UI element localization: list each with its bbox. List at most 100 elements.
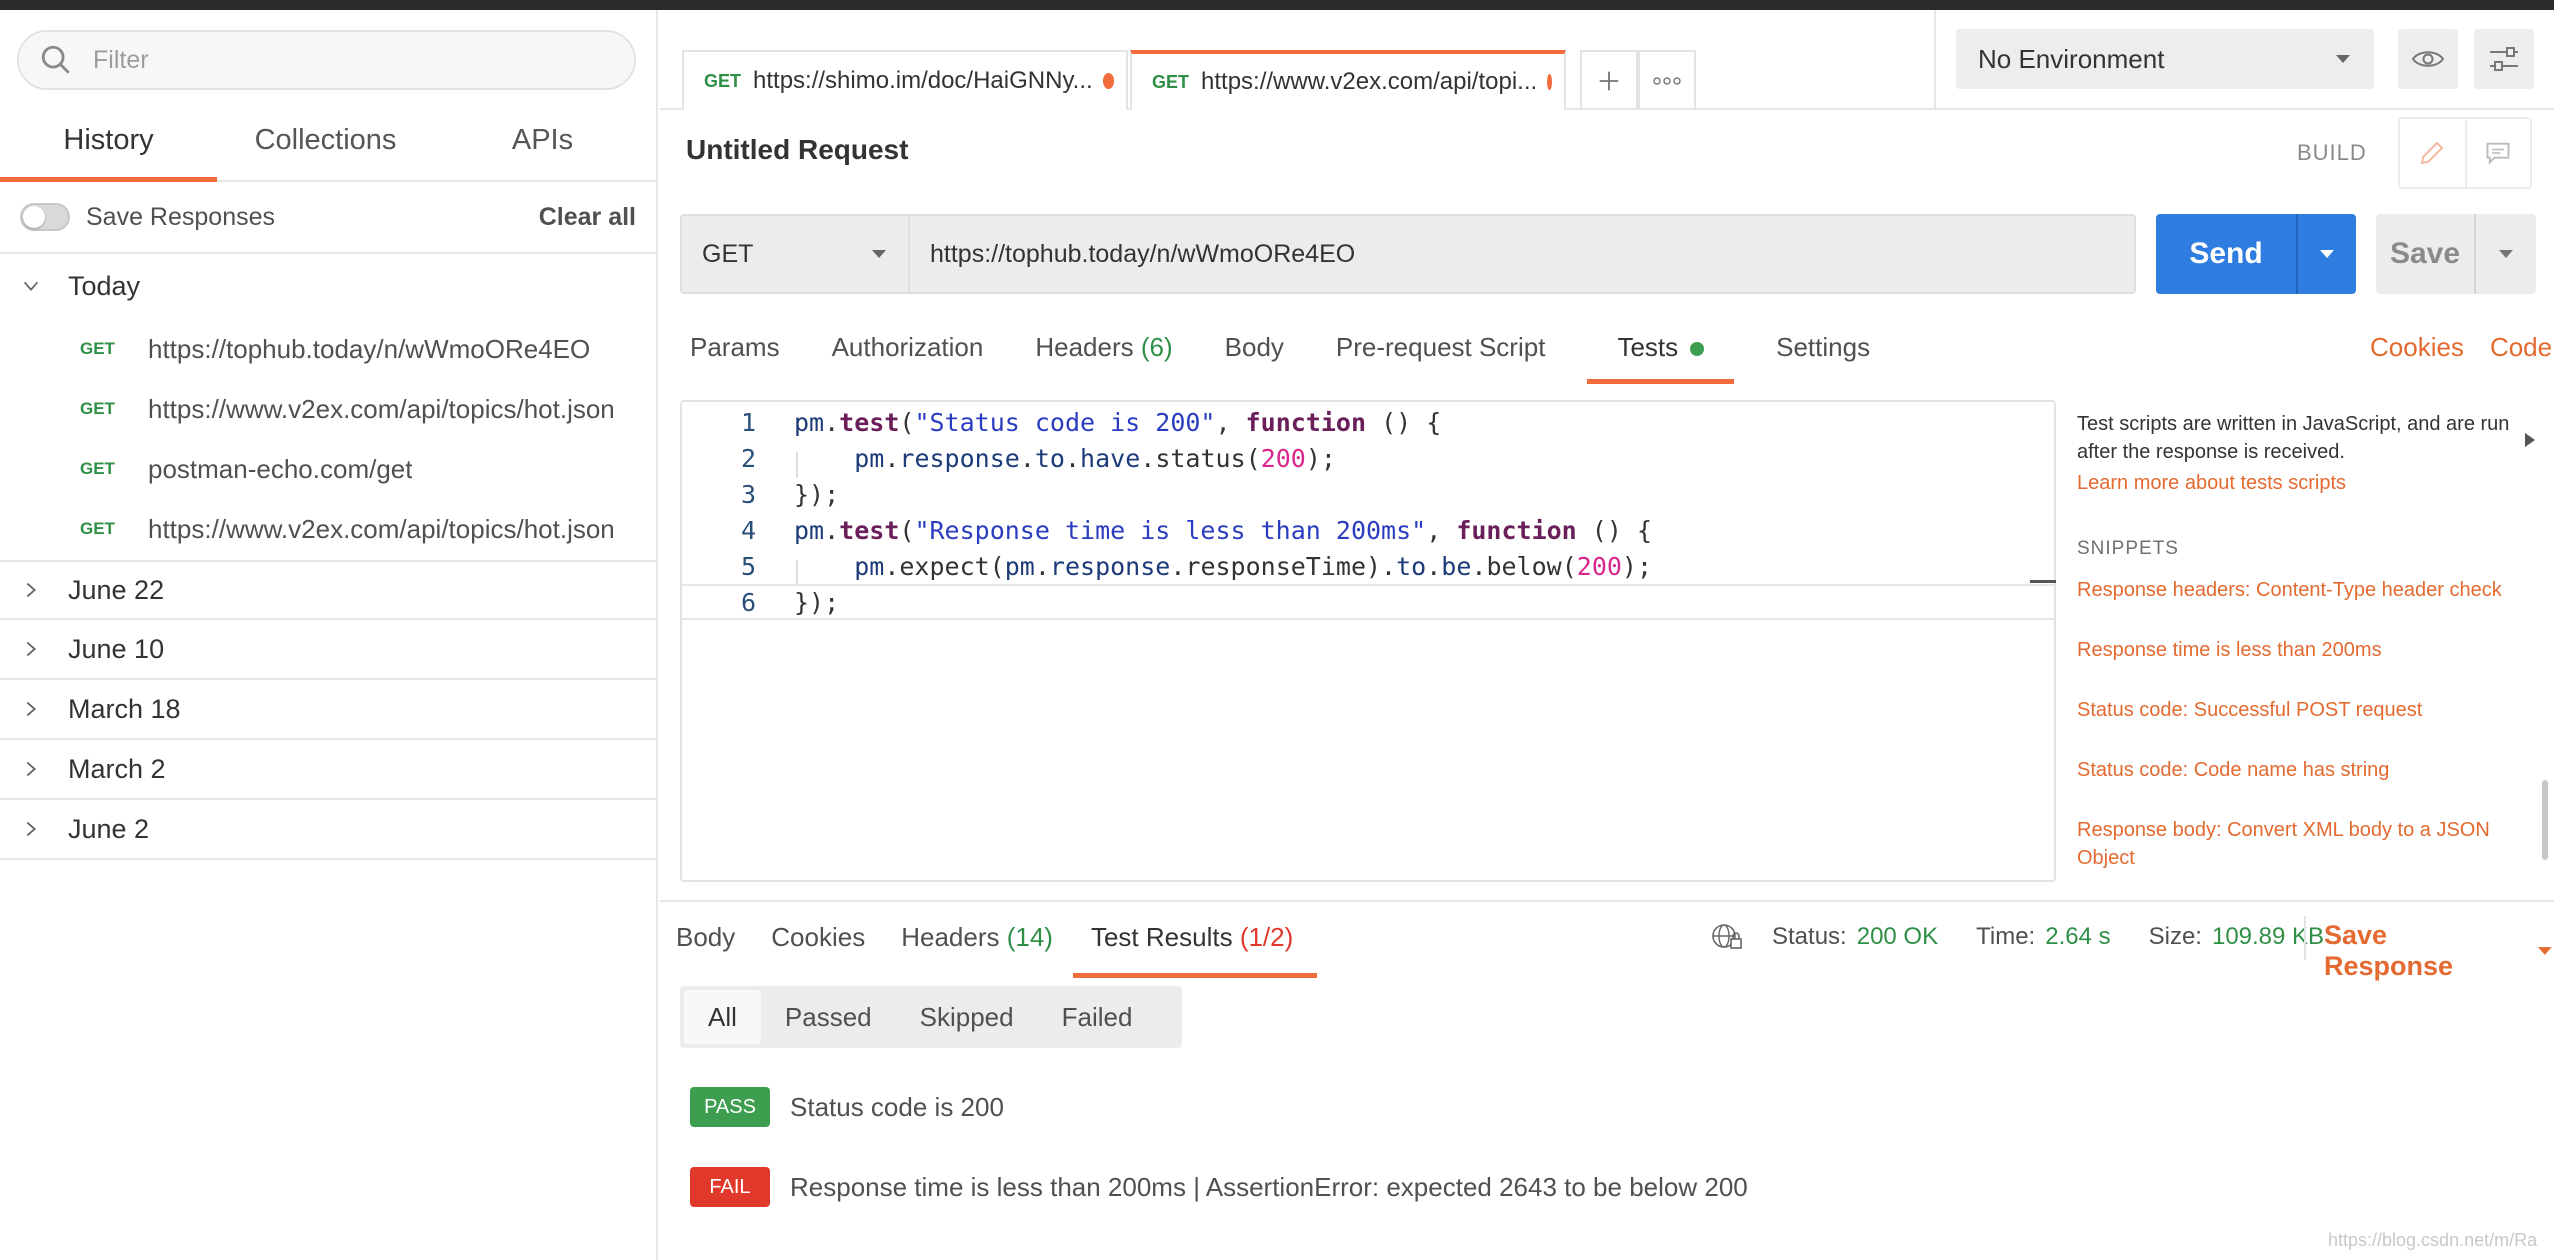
snippet-item[interactable]: Response body: Convert XML body to a JSO…: [2077, 816, 2537, 872]
filter-box[interactable]: [17, 30, 636, 90]
new-tab-button[interactable]: [1580, 50, 1638, 110]
size-value[interactable]: 109.89 KB: [2212, 923, 2324, 951]
url-input[interactable]: https://tophub.today/n/wWmoORe4EO: [910, 214, 2136, 294]
response-tab-headers[interactable]: Headers (14): [885, 902, 1069, 972]
snippet-item[interactable]: Status code: Code name has string: [2077, 756, 2537, 784]
save-options-button[interactable]: [2474, 214, 2536, 294]
history-group-march-18[interactable]: March 18: [0, 680, 656, 740]
divider: [2304, 916, 2306, 960]
tab-headers[interactable]: Headers (6): [1025, 326, 1182, 380]
caret-down-icon: [2336, 55, 2350, 63]
code-line: 2 pm.response.to.have.status(200);: [682, 440, 2054, 476]
size-label: Size:: [2148, 923, 2202, 950]
send-label: Send: [2189, 237, 2263, 270]
clear-all-button[interactable]: Clear all: [539, 203, 636, 232]
manage-environments-button[interactable]: [2474, 29, 2534, 89]
cookies-link[interactable]: Cookies: [2370, 332, 2464, 362]
response-tab-test-results[interactable]: Test Results (1/2): [1072, 902, 1318, 978]
filter-passed[interactable]: Passed: [761, 990, 896, 1044]
history-group-label: June 22: [68, 574, 165, 605]
cookies-code-links: Cookies Code: [2370, 332, 2552, 363]
caret-down-icon: [2499, 250, 2513, 258]
history-item[interactable]: GET postman-echo.com/get: [0, 439, 656, 499]
send-button[interactable]: Send: [2156, 214, 2356, 294]
request-tab-url: https://www.v2ex.com/api/topi...: [1201, 68, 1538, 95]
method-select[interactable]: GET: [680, 214, 910, 294]
tab-label: Headers: [901, 922, 1000, 952]
sidebar: History Collections APIs Save Responses …: [0, 10, 658, 1260]
environment-quick-look-button[interactable]: [2398, 29, 2458, 89]
save-responses-toggle[interactable]: [20, 203, 70, 231]
history-group-march-2[interactable]: March 2: [0, 740, 656, 800]
save-label: Save: [2389, 237, 2461, 270]
snippets-scrollbar[interactable]: [2540, 570, 2550, 880]
collapse-panel-icon[interactable]: [2522, 430, 2538, 450]
filter-all[interactable]: All: [684, 990, 761, 1044]
history-item[interactable]: GET https://www.v2ex.com/api/topics/hot.…: [0, 499, 656, 559]
method-badge: GET: [704, 70, 742, 91]
history-url: postman-echo.com/get: [148, 453, 413, 484]
history-group-label: June 10: [68, 633, 165, 664]
snippet-item[interactable]: Response time is less than 200ms: [2077, 636, 2537, 664]
history-group-june-10[interactable]: June 10: [0, 620, 656, 680]
chevron-right-icon: [26, 761, 37, 777]
history-item[interactable]: GET https://www.v2ex.com/api/topics/hot.…: [0, 379, 656, 439]
tests-code-editor[interactable]: 1 pm.test("Status code is 200", function…: [680, 400, 2056, 882]
snippet-item[interactable]: Status code: Successful POST request: [2077, 696, 2537, 724]
code-link[interactable]: Code: [2490, 332, 2552, 362]
scrollbar-thumb[interactable]: [2542, 780, 2548, 860]
save-button[interactable]: Save: [2376, 214, 2536, 294]
test-result-text: Status code is 200: [790, 1091, 1004, 1122]
send-options-button[interactable]: [2296, 214, 2356, 294]
comments-button[interactable]: [2464, 119, 2530, 187]
tab-apis[interactable]: APIs: [434, 110, 651, 180]
tab-authorization[interactable]: Authorization: [822, 326, 994, 380]
time-value[interactable]: 2.64 s: [2045, 923, 2110, 951]
chevron-down-icon: [23, 281, 39, 292]
sliders-icon: [2490, 47, 2518, 71]
edit-button[interactable]: [2400, 119, 2465, 187]
save-response-button[interactable]: Save Response: [2324, 920, 2554, 982]
tab-history[interactable]: History: [0, 110, 217, 182]
request-title[interactable]: Untitled Request: [686, 134, 908, 166]
save-responses-label: Save Responses: [86, 202, 276, 231]
environment-select[interactable]: No Environment: [1956, 29, 2374, 89]
editor-minimap-marker: [2030, 580, 2056, 583]
tab-collections[interactable]: Collections: [217, 110, 434, 180]
snippet-item[interactable]: Response headers: Content-Type header ch…: [2077, 576, 2537, 604]
history-group-today[interactable]: Today: [0, 256, 656, 316]
response-tabs: Body Cookies Headers (14) Test Results (…: [660, 902, 1321, 978]
more-tabs-button[interactable]: [1638, 50, 1696, 110]
response-tab-cookies[interactable]: Cookies: [755, 902, 881, 972]
request-tab[interactable]: GET https://shimo.im/doc/HaiGNNy...: [682, 50, 1128, 110]
history-item[interactable]: GET https://tophub.today/n/wWmoORe4EO: [0, 319, 656, 379]
filter-failed[interactable]: Failed: [1038, 990, 1157, 1044]
test-results-filter: All Passed Skipped Failed: [680, 986, 1182, 1048]
filter-skipped[interactable]: Skipped: [896, 990, 1038, 1044]
save-response-label: Save Response: [2324, 920, 2454, 981]
request-tab-active[interactable]: GET https://www.v2ex.com/api/topi...: [1130, 50, 1566, 110]
tab-tests[interactable]: Tests: [1587, 326, 1734, 384]
history-group-june-2[interactable]: June 2: [0, 800, 656, 860]
tab-settings[interactable]: Settings: [1766, 326, 1880, 380]
pass-badge: PASS: [690, 1087, 770, 1127]
history-group-label: March 2: [68, 753, 166, 784]
learn-more-link[interactable]: Learn more about tests scripts: [2077, 472, 2346, 495]
code-line: 3 });: [682, 476, 2054, 512]
chevron-right-icon: [26, 641, 37, 657]
snippets-header: SNIPPETS: [2077, 538, 2179, 559]
tab-label: Tests: [1617, 332, 1679, 362]
tab-body[interactable]: Body: [1215, 326, 1294, 380]
code-text: pm.test("Status code is 200", function (…: [794, 407, 1442, 437]
response-tab-body[interactable]: Body: [660, 902, 751, 972]
tab-params[interactable]: Params: [680, 326, 790, 380]
test-result-row: FAIL Response time is less than 200ms | …: [690, 1167, 1748, 1207]
method-badge: GET: [80, 519, 115, 538]
globe-lock-icon[interactable]: [1710, 922, 1744, 952]
filter-input[interactable]: [93, 45, 613, 75]
comment-icon: [2487, 142, 2510, 165]
history-group-june-22[interactable]: June 22: [0, 560, 656, 620]
unsaved-dot-icon: [1102, 73, 1114, 89]
status-value[interactable]: 200 OK: [1857, 923, 1938, 951]
tab-prerequest-script[interactable]: Pre-request Script: [1326, 326, 1556, 380]
